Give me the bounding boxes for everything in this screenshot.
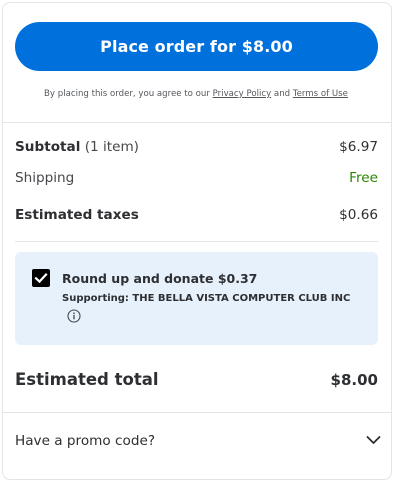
legal-and: and (271, 89, 293, 99)
donate-checkbox[interactable] (32, 269, 50, 287)
privacy-policy-link[interactable]: Privacy Policy (213, 89, 272, 99)
subtotal-item-count: (1 item) (80, 139, 139, 155)
estimated-total-value: $8.00 (330, 371, 378, 389)
shipping-label: Shipping (15, 170, 75, 186)
checkmark-icon (34, 273, 48, 284)
taxes-label: Estimated taxes (15, 207, 139, 223)
divider (3, 122, 391, 123)
taxes-row: Estimated taxes $0.66 (15, 207, 378, 223)
terms-of-use-link[interactable]: Terms of Use (293, 89, 348, 99)
divider (15, 241, 378, 242)
order-legal-notice: By placing this order, you agree to our … (3, 89, 389, 99)
subtotal-label-text: Subtotal (15, 139, 81, 155)
shipping-value: Free (349, 170, 378, 186)
round-up-donation-box: Round up and donate $0.37 Supporting: TH… (15, 252, 378, 345)
subtotal-row: Subtotal (1 item) $6.97 (15, 139, 378, 155)
taxes-value: $0.66 (339, 207, 378, 223)
legal-prefix: By placing this order, you agree to our (44, 89, 213, 99)
promo-code-label: Have a promo code? (15, 433, 156, 449)
chevron-down-icon (366, 436, 381, 444)
estimated-total-label: Estimated total (15, 370, 159, 389)
donate-title: Round up and donate $0.37 (62, 271, 258, 286)
donate-supporting-org: Supporting: THE BELLA VISTA COMPUTER CLU… (62, 293, 351, 304)
estimated-total-row: Estimated total $8.00 (15, 370, 378, 389)
promo-code-toggle[interactable]: Have a promo code? (3, 413, 391, 469)
shipping-row: Shipping Free (15, 170, 378, 186)
order-summary-card: Place order for $8.00 By placing this or… (2, 2, 392, 480)
subtotal-value: $6.97 (339, 139, 378, 155)
info-circle-icon[interactable] (67, 309, 81, 323)
subtotal-label: Subtotal (1 item) (15, 139, 139, 155)
place-order-button[interactable]: Place order for $8.00 (15, 22, 378, 71)
